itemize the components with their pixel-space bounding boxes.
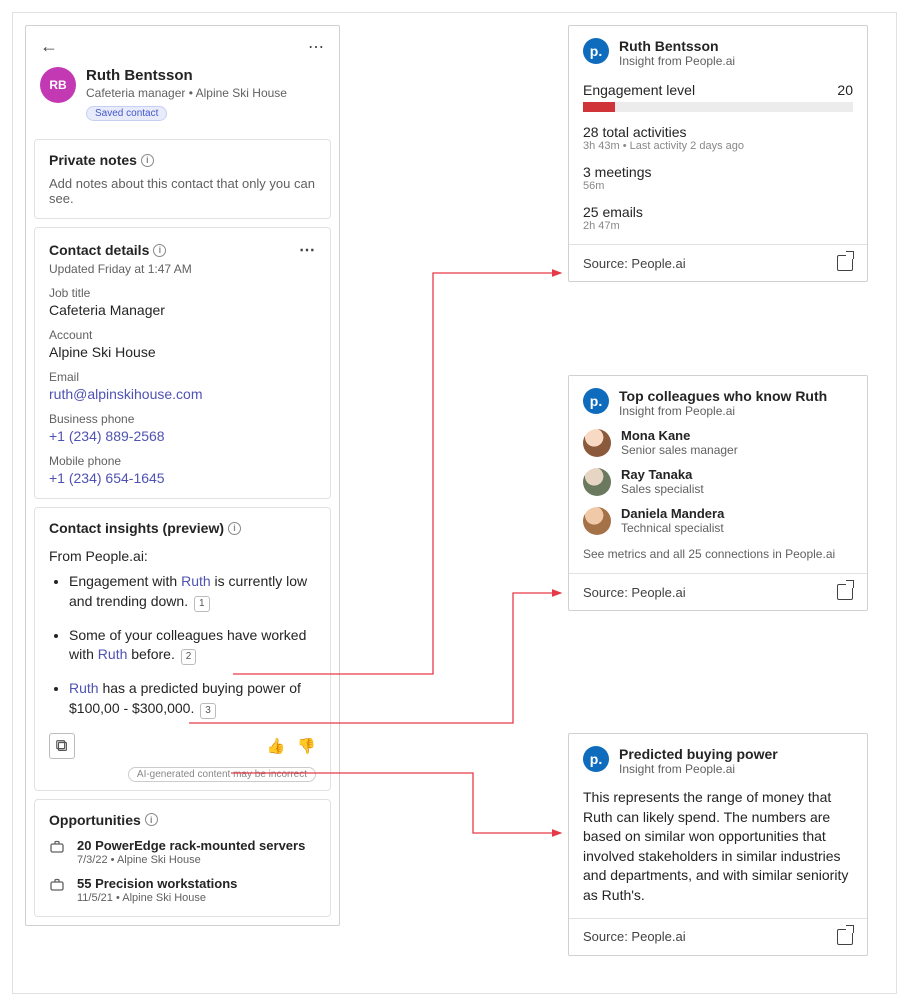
info-icon[interactable]: i: [228, 522, 241, 535]
insight-link[interactable]: Ruth: [181, 573, 211, 589]
buying-power-card: p. Predicted buying power Insight from P…: [568, 733, 868, 956]
colleague-row[interactable]: Mona Kane Senior sales manager: [583, 428, 853, 457]
colleague-name: Daniela Mandera: [621, 506, 724, 521]
thumbs-up-icon[interactable]: 👍: [267, 737, 286, 755]
insight-item: Some of your colleagues have worked with…: [69, 626, 316, 666]
insight-item: Ruth has a predicted buying power of $10…: [69, 679, 316, 719]
open-external-icon[interactable]: [837, 929, 853, 945]
opportunity-title: 55 Precision workstations: [77, 876, 237, 891]
colleagues-card: p. Top colleagues who know Ruth Insight …: [568, 375, 868, 611]
emails-title: 25 emails: [583, 204, 853, 220]
opportunities-title: Opportunities: [49, 812, 141, 828]
job-title-value: Cafeteria Manager: [49, 302, 316, 318]
colleague-name: Ray Tanaka: [621, 467, 704, 482]
engagement-title: Ruth Bentsson: [619, 38, 735, 54]
citation-badge[interactable]: 1: [194, 596, 210, 612]
insight-item: Engagement with Ruth is currently low an…: [69, 572, 316, 612]
contact-insights-card: Contact insights (preview) i From People…: [34, 507, 331, 791]
source-label: Source: People.ai: [583, 256, 686, 271]
open-external-icon[interactable]: [837, 584, 853, 600]
engagement-bar-fill: [583, 102, 615, 112]
source-label: Source: People.ai: [583, 585, 686, 600]
info-icon[interactable]: i: [145, 813, 158, 826]
activities-title: 28 total activities: [583, 124, 853, 140]
emails-sub: 2h 47m: [583, 220, 853, 232]
colleague-name: Mona Kane: [621, 428, 738, 443]
colleague-role: Technical specialist: [621, 521, 724, 535]
thumbs-down-icon[interactable]: 👎: [297, 737, 316, 755]
buying-sub: Insight from People.ai: [619, 762, 778, 776]
colleague-role: Sales specialist: [621, 482, 704, 496]
people-ai-logo-icon: p.: [583, 746, 609, 772]
briefcase-icon: [49, 839, 67, 860]
colleague-role: Senior sales manager: [621, 443, 738, 457]
account-value: Alpine Ski House: [49, 344, 316, 360]
panel-more-icon[interactable]: ⋯: [308, 37, 325, 57]
private-notes-title: Private notes: [49, 152, 137, 168]
contact-subtitle: Cafeteria manager • Alpine Ski House: [86, 86, 287, 100]
colleagues-sub: Insight from People.ai: [619, 404, 827, 418]
email-value[interactable]: ruth@alpinskihouse.com: [49, 386, 316, 402]
mobile-phone-value[interactable]: +1 (234) 654-1645: [49, 470, 316, 486]
contact-details-card: Contact details i ⋯ Updated Friday at 1:…: [34, 227, 331, 499]
private-notes-placeholder[interactable]: Add notes about this contact that only y…: [49, 176, 316, 206]
citation-badge[interactable]: 2: [181, 649, 197, 665]
colleague-row[interactable]: Daniela Mandera Technical specialist: [583, 506, 853, 535]
avatar: [583, 429, 611, 457]
private-notes-card: Private notes i Add notes about this con…: [34, 139, 331, 219]
contact-header: RB Ruth Bentsson Cafeteria manager • Alp…: [26, 67, 339, 131]
opportunity-row[interactable]: 20 PowerEdge rack-mounted servers 7/3/22…: [49, 838, 316, 866]
engagement-bar: [583, 102, 853, 112]
opportunity-row[interactable]: 55 Precision workstations 11/5/21 • Alpi…: [49, 876, 316, 904]
colleague-row[interactable]: Ray Tanaka Sales specialist: [583, 467, 853, 496]
contact-name: Ruth Bentsson: [86, 67, 287, 84]
insight-link[interactable]: Ruth: [98, 646, 128, 662]
details-updated: Updated Friday at 1:47 AM: [49, 262, 316, 276]
back-arrow-icon[interactable]: ←: [40, 36, 58, 57]
opportunity-sub: 7/3/22 • Alpine Ski House: [77, 854, 305, 866]
details-more-icon[interactable]: ⋯: [299, 240, 316, 260]
info-icon[interactable]: i: [141, 154, 154, 167]
engagement-card: p. Ruth Bentsson Insight from People.ai …: [568, 25, 868, 282]
people-ai-logo-icon: p.: [583, 388, 609, 414]
contact-panel: ← ⋯ RB Ruth Bentsson Cafeteria manager •…: [25, 25, 340, 926]
mobile-phone-label: Mobile phone: [49, 454, 316, 468]
ai-warning-badge: AI-generated content may be incorrect: [128, 767, 316, 782]
engagement-level-label: Engagement level: [583, 82, 695, 98]
see-more-link[interactable]: See metrics and all 25 connections in Pe…: [583, 547, 853, 561]
contact-details-title: Contact details: [49, 242, 149, 258]
business-phone-value[interactable]: +1 (234) 889-2568: [49, 428, 316, 444]
meetings-title: 3 meetings: [583, 164, 853, 180]
insights-title: Contact insights (preview): [49, 520, 224, 536]
open-external-icon[interactable]: [837, 255, 853, 271]
saved-contact-badge: Saved contact: [86, 106, 167, 121]
avatar: [583, 468, 611, 496]
activities-sub: 3h 43m • Last activity 2 days ago: [583, 140, 853, 152]
job-title-label: Job title: [49, 286, 316, 300]
engagement-level-value: 20: [837, 82, 853, 98]
opportunities-card: Opportunities i 20 PowerEdge rack-mounte…: [34, 799, 331, 917]
business-phone-label: Business phone: [49, 412, 316, 426]
insight-link[interactable]: Ruth: [69, 680, 99, 696]
people-ai-logo-icon: p.: [583, 38, 609, 64]
buying-description: This represents the range of money that …: [583, 788, 853, 906]
opportunity-title: 20 PowerEdge rack-mounted servers: [77, 838, 305, 853]
source-label: Source: People.ai: [583, 929, 686, 944]
briefcase-icon: [49, 877, 67, 898]
insights-from: From People.ai:: [49, 548, 316, 564]
info-icon[interactable]: i: [153, 244, 166, 257]
email-label: Email: [49, 370, 316, 384]
avatar: [583, 507, 611, 535]
meetings-sub: 56m: [583, 180, 853, 192]
account-label: Account: [49, 328, 316, 342]
contact-avatar: RB: [40, 67, 76, 103]
buying-title: Predicted buying power: [619, 746, 778, 762]
copy-button[interactable]: [49, 733, 75, 759]
opportunity-sub: 11/5/21 • Alpine Ski House: [77, 892, 237, 904]
citation-badge[interactable]: 3: [200, 703, 216, 719]
colleagues-title: Top colleagues who know Ruth: [619, 388, 827, 404]
engagement-sub: Insight from People.ai: [619, 54, 735, 68]
